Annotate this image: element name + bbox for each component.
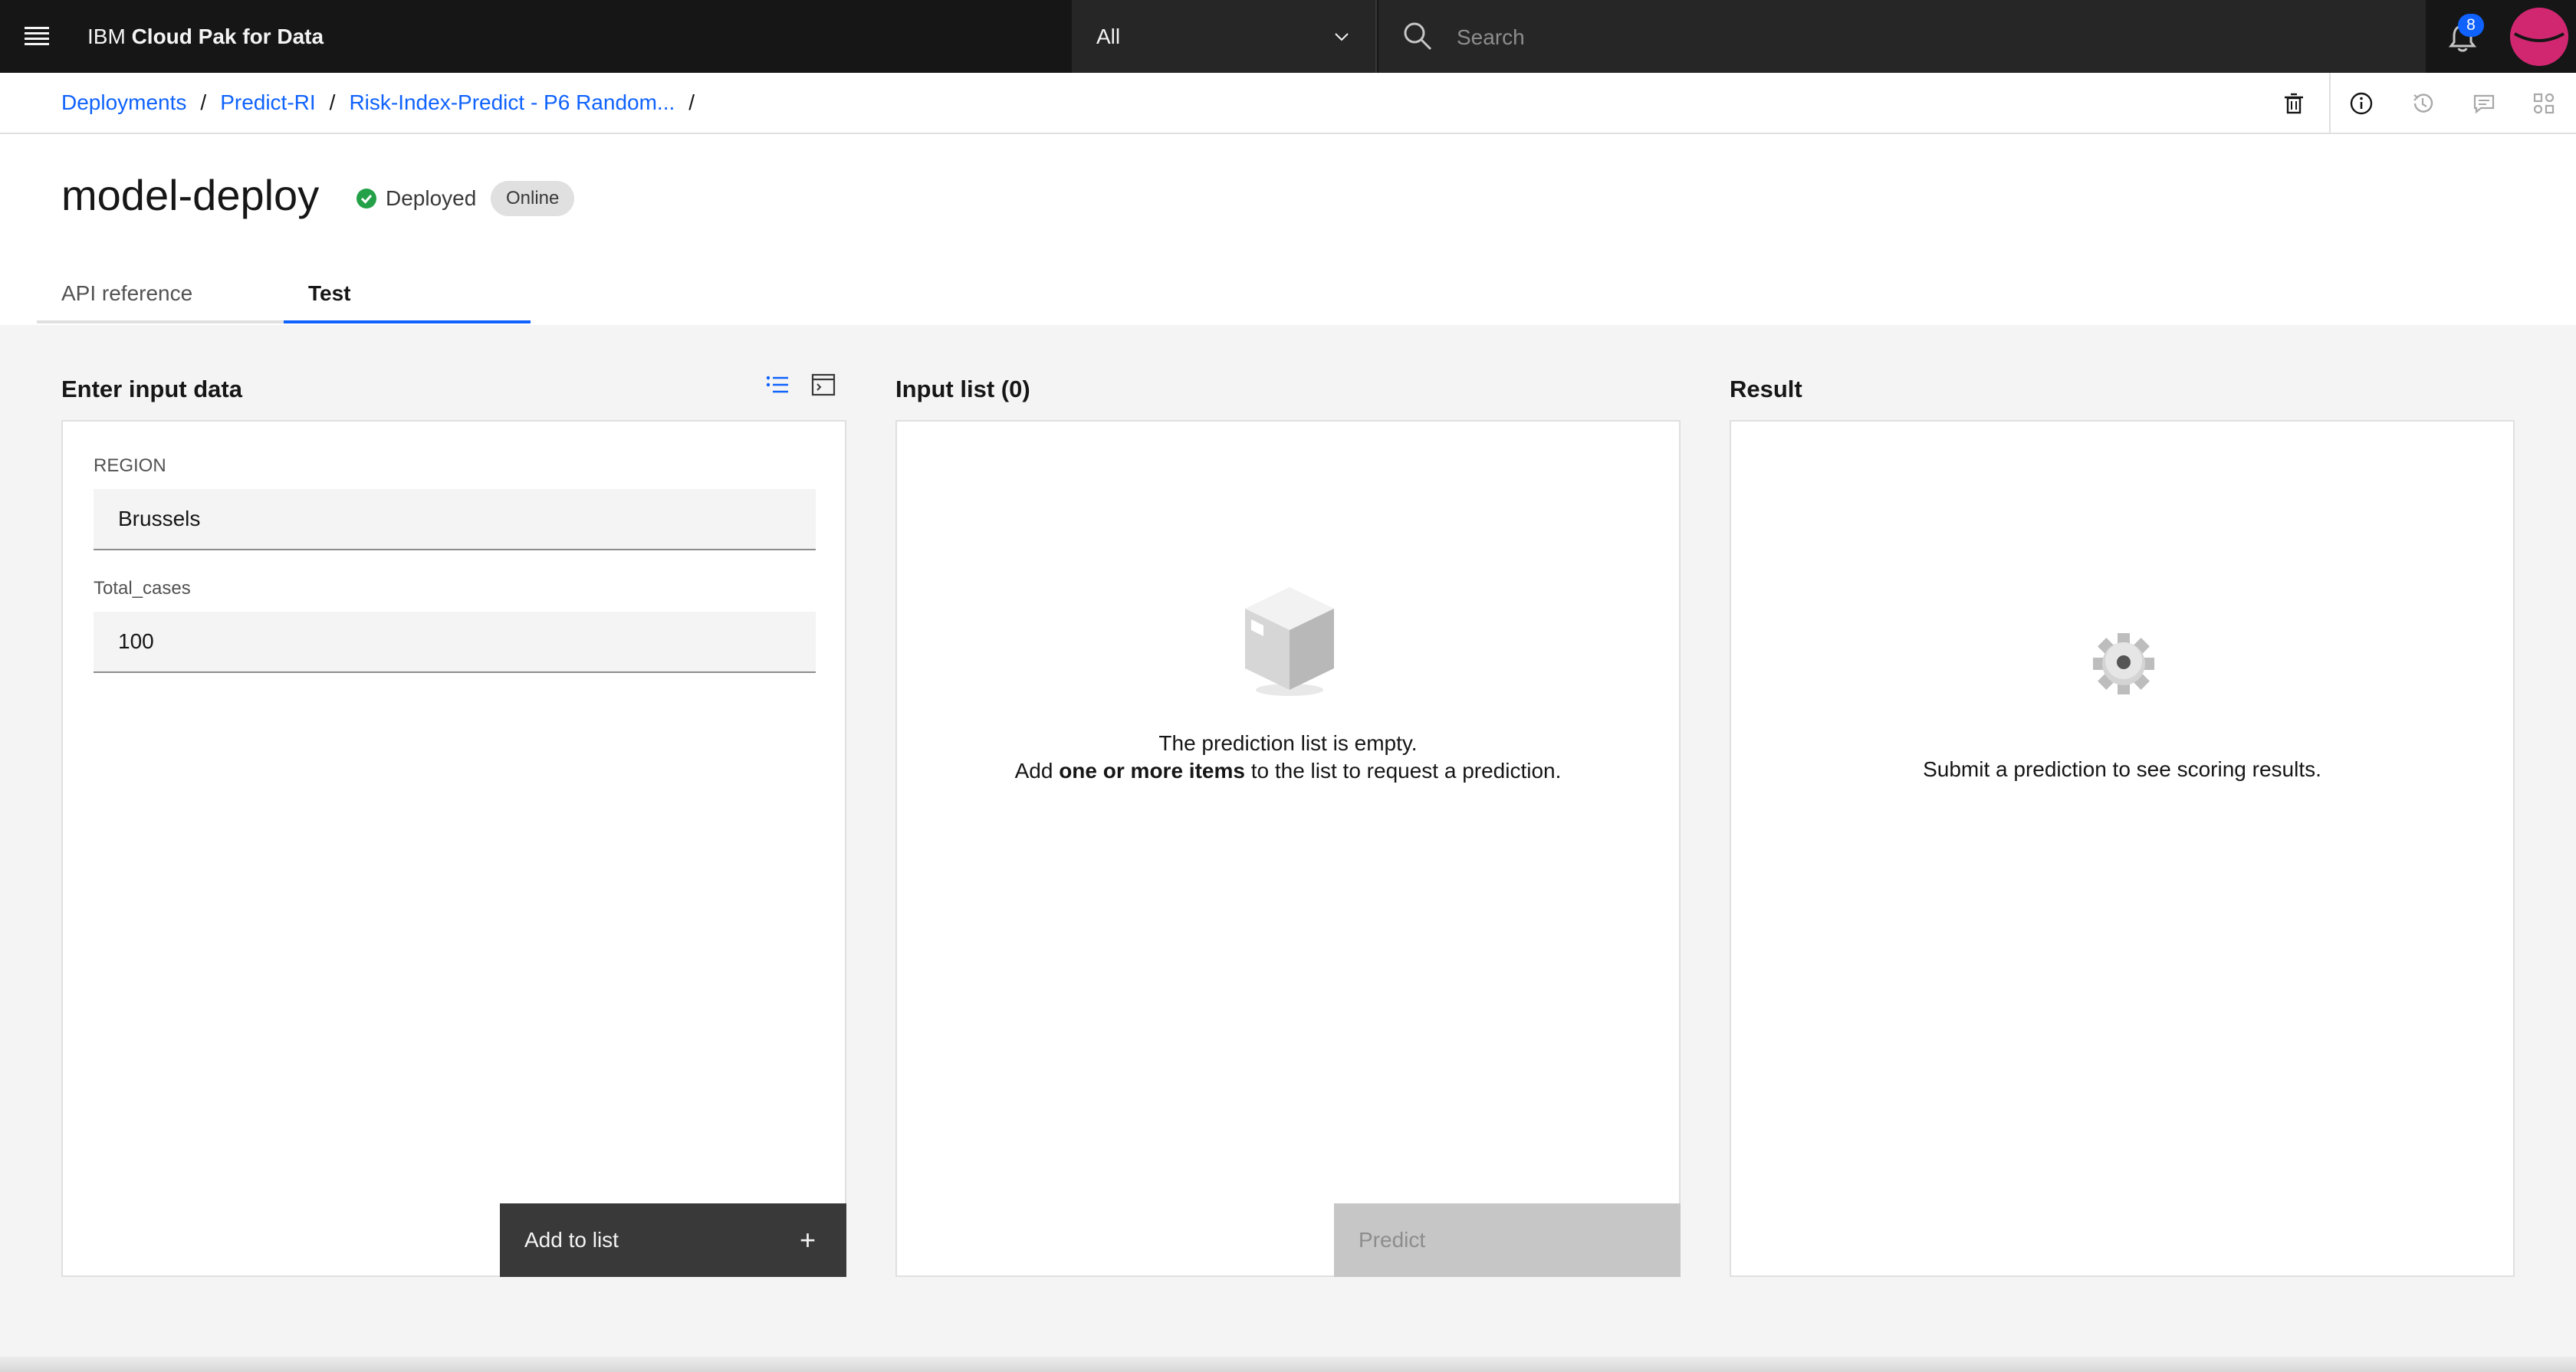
trash-icon[interactable]: [2280, 90, 2308, 117]
total-cases-label: Total_cases: [94, 578, 191, 599]
product-name[interactable]: IBM Cloud Pak for Data: [87, 0, 324, 73]
scope-value: All: [1096, 25, 1121, 48]
deployment-status: Deployed: [355, 186, 476, 211]
empty-list-hint: Add one or more items to the list to req…: [897, 757, 1679, 785]
tab-api-reference[interactable]: API reference: [37, 264, 284, 323]
input-list-panel: The prediction list is empty. Add one or…: [895, 420, 1681, 1277]
breadcrumb-separator: /: [200, 90, 207, 114]
empty-box-illustration: [1245, 587, 1334, 696]
brand-prefix: IBM: [87, 25, 126, 48]
top-header: IBM Cloud Pak for Data All 8: [0, 0, 2576, 73]
footer-edge: [0, 1357, 2576, 1372]
hint-text: Add: [1014, 759, 1060, 783]
hint-text: to the list to request a prediction.: [1244, 759, 1562, 783]
result-panel: Submit a prediction to see scoring resul…: [1730, 420, 2515, 1277]
region-label: REGION: [94, 455, 166, 476]
empty-list-message: The prediction list is empty.: [1158, 731, 1418, 755]
search-scope-dropdown[interactable]: All: [1072, 0, 1377, 73]
chevron-down-icon: [1335, 33, 1349, 41]
page-title: model-deploy: [61, 171, 320, 219]
result-title: Result: [1730, 376, 1802, 402]
user-avatar[interactable]: [2510, 8, 2568, 66]
predict-button[interactable]: Predict: [1334, 1203, 1681, 1277]
add-to-list-label: Add to list: [524, 1228, 619, 1252]
toolbar-divider: [2329, 73, 2331, 133]
breadcrumb-bar: Deployments / Predict-RI / Risk-Index-Pr…: [0, 73, 2576, 134]
tab-test[interactable]: Test: [284, 264, 531, 323]
input-panel-title: Enter input data: [61, 376, 242, 402]
avatar-icon: [2510, 8, 2568, 66]
global-search: [1378, 0, 2426, 73]
breadcrumb-separator: /: [329, 90, 336, 114]
add-icon: +: [799, 1224, 816, 1255]
history-icon[interactable]: [2409, 90, 2436, 117]
menu-icon[interactable]: [23, 23, 51, 51]
breadcrumb-deployments[interactable]: Deployments: [61, 90, 186, 115]
input-list-title: Input list (0): [895, 376, 1030, 402]
add-to-list-button[interactable]: Add to list +: [500, 1203, 846, 1277]
json-view-icon[interactable]: [810, 371, 837, 399]
hint-bold-text: one or more items: [1059, 759, 1245, 783]
gear-illustration: [2093, 633, 2154, 694]
checkmark-filled-icon: [356, 189, 376, 208]
breadcrumb-separator: /: [688, 90, 695, 114]
related-assets-icon[interactable]: [2530, 90, 2558, 117]
info-icon[interactable]: [2348, 90, 2375, 117]
brand-name: Cloud Pak for Data: [131, 25, 324, 48]
region-input[interactable]: [94, 489, 816, 550]
search-input[interactable]: [1455, 17, 2378, 58]
status-text: Deployed: [386, 186, 477, 210]
search-icon: [1404, 22, 1432, 51]
input-data-panel: REGION Total_cases Add to list +: [61, 420, 846, 1277]
comment-icon[interactable]: [2470, 90, 2498, 117]
breadcrumb-model[interactable]: Risk-Index-Predict - P6 Random...: [349, 90, 675, 115]
total-cases-input[interactable]: [94, 612, 816, 673]
breadcrumb: Deployments / Predict-RI / Risk-Index-Pr…: [61, 73, 708, 133]
list-view-icon[interactable]: [764, 371, 791, 399]
online-tag: Online: [491, 181, 575, 216]
result-empty-message: Submit a prediction to see scoring resul…: [1923, 757, 2321, 781]
notification-count-badge: 8: [2458, 14, 2484, 37]
breadcrumb-predict-ri[interactable]: Predict-RI: [220, 90, 315, 115]
